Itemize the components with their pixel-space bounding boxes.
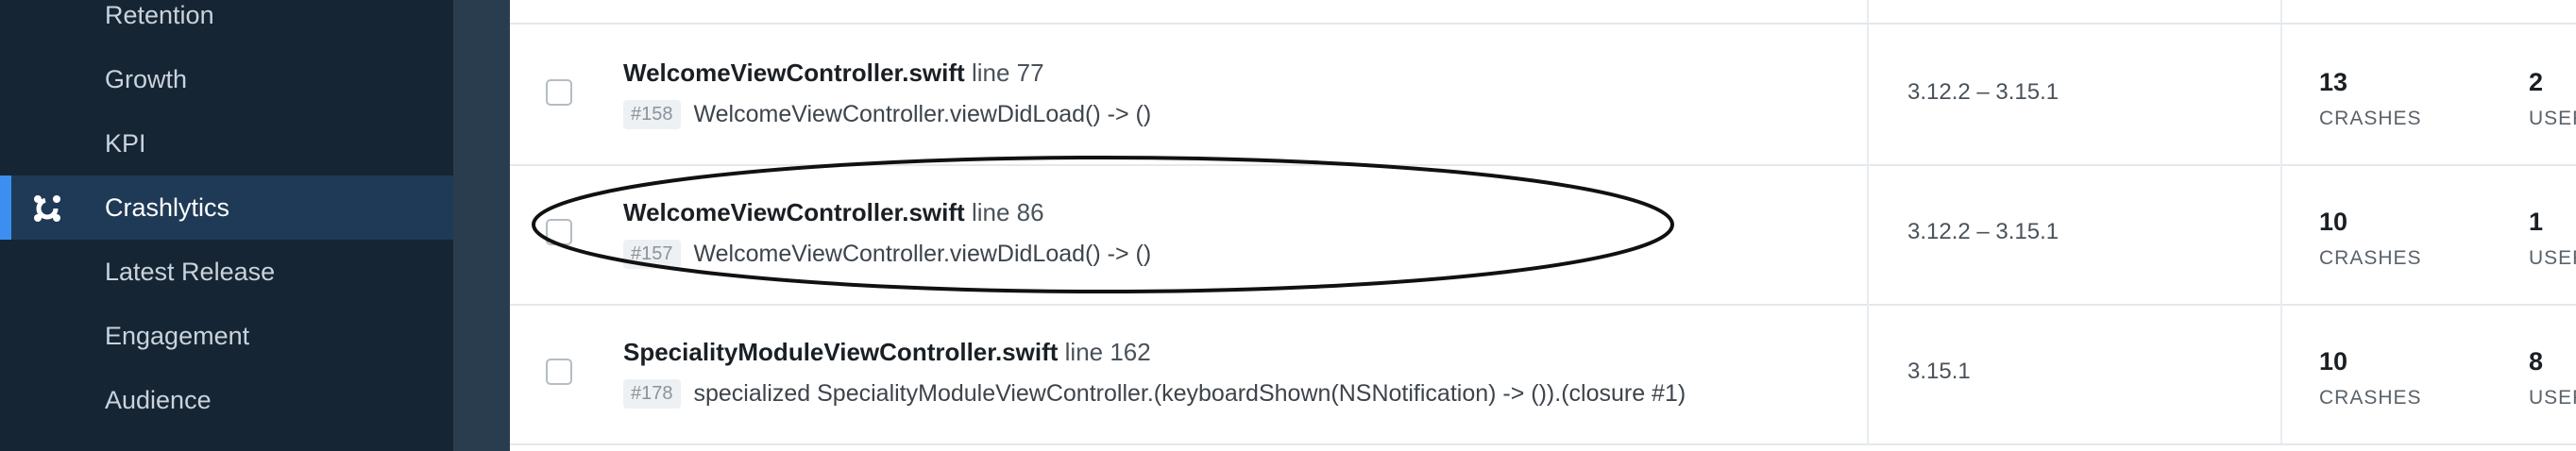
user-label: USERS [2529,247,2576,269]
issue-number-badge: #158 [623,100,681,129]
table-row [510,0,2576,25]
crash-count: 13 [2319,68,2348,96]
user-label: USERS [2529,108,2576,129]
column-divider [2280,304,2282,443]
column-divider [2280,0,2282,23]
issue-versions: 3.12.2 – 3.15.1 [1907,219,2059,244]
sidebar-item-label: KPI [105,128,146,158]
crashlytics-icon [34,195,60,222]
issue-subtitle: #158 WelcomeViewController.viewDidLoad()… [623,100,1151,129]
user-label: USERS [2529,387,2576,409]
issue-row[interactable]: SpecialityModuleViewController.swift lin… [510,304,2576,445]
crash-label: CRASHES [2319,387,2422,409]
issue-file: WelcomeViewController.swift [623,58,965,87]
issue-versions: 3.12.2 – 3.15.1 [1907,79,2059,105]
column-divider [1867,25,1869,164]
sidebar-item-label: Retention [105,0,214,29]
column-divider [2280,164,2282,304]
sidebar-item-growth[interactable]: Growth [0,47,453,111]
issue-versions: 3.15.1 [1907,359,1971,384]
sidebar: Retention Growth KPI Crashlytics Latest … [0,0,453,451]
sidebar-item-label: Growth [105,64,188,93]
column-divider [1867,304,1869,443]
issue-checkbox[interactable] [546,79,572,106]
crash-count: 10 [2319,208,2348,236]
issue-checkbox[interactable] [546,219,572,245]
issue-subtitle: #178 specialized SpecialityModuleViewCon… [623,379,1686,409]
issue-method: WelcomeViewController.viewDidLoad() -> (… [693,101,1152,127]
crash-count: 10 [2319,347,2348,376]
column-divider [2280,25,2282,164]
issue-file: WelcomeViewController.swift [623,198,965,226]
issue-row[interactable]: WelcomeViewController.swift line 77 #158… [510,25,2576,166]
user-count: 1 [2529,208,2544,236]
user-count: 2 [2529,68,2544,96]
sidebar-item-label: Audience [105,385,212,414]
crash-label: CRASHES [2319,108,2422,129]
issue-title[interactable]: WelcomeViewController.swift line 77 [623,58,1044,88]
crash-label: CRASHES [2319,247,2422,269]
issue-method: WelcomeViewController.viewDidLoad() -> (… [693,241,1152,267]
sidebar-item-kpi[interactable]: KPI [0,111,453,175]
issue-line: line 162 [1064,338,1151,366]
issue-number-badge: #157 [623,240,681,269]
issue-title[interactable]: WelcomeViewController.swift line 86 [623,198,1044,227]
issue-title[interactable]: SpecialityModuleViewController.swift lin… [623,338,1151,367]
sidebar-item-audience[interactable]: Audience [0,368,453,432]
sidebar-item-retention[interactable]: Retention [0,0,453,47]
issues-list: WelcomeViewController.swift line 77 #158… [510,0,2576,451]
column-divider [1867,164,1869,304]
issue-checkbox[interactable] [546,359,572,385]
issue-row[interactable]: WelcomeViewController.swift line 86 #157… [510,164,2576,306]
sidebar-item-label: Latest Release [105,257,276,286]
sidebar-item-label: Crashlytics [105,192,230,222]
sidebar-divider [453,0,510,451]
sidebar-item-label: Engagement [105,321,250,350]
issue-number-badge: #178 [623,379,681,409]
issue-line: line 77 [971,58,1044,87]
issue-line: line 86 [971,198,1044,226]
issue-method: specialized SpecialityModuleViewControll… [693,380,1686,407]
sidebar-item-engagement[interactable]: Engagement [0,304,453,368]
column-divider [1867,0,1869,23]
issue-subtitle: #157 WelcomeViewController.viewDidLoad()… [623,240,1151,269]
sidebar-item-crashlytics[interactable]: Crashlytics [0,175,453,240]
issue-file: SpecialityModuleViewController.swift [623,338,1059,366]
user-count: 8 [2529,347,2544,376]
sidebar-item-latest-release[interactable]: Latest Release [0,240,453,304]
